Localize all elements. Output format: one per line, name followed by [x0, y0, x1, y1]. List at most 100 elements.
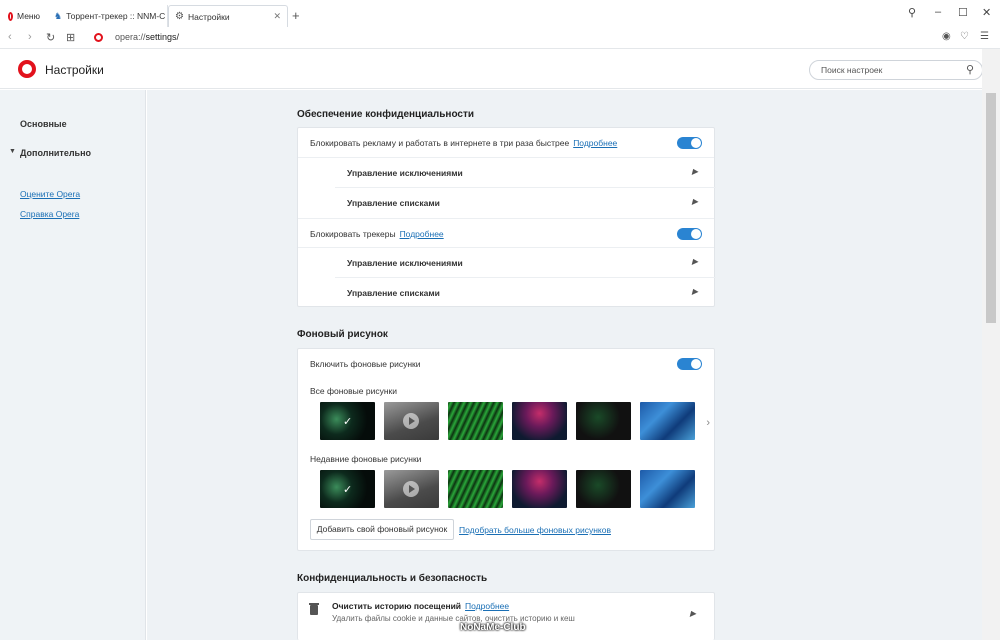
tracker-block-toggle[interactable] — [677, 228, 702, 240]
chevron-right-icon: ▶ — [691, 287, 698, 296]
tracker-lists-row[interactable]: Управление списками ▶ — [335, 278, 716, 308]
clear-history-subtitle: Удалить файлы cookie и данные сайтов, оч… — [332, 614, 575, 623]
tracker-block-label: Блокировать трекеры Подробнее — [310, 229, 444, 239]
ad-block-more-link[interactable]: Подробнее — [573, 138, 617, 148]
clear-history-title: Очистить историю посещений Подробнее — [332, 601, 509, 611]
settings-header: Настройки Поиск настроек ⚲ — [0, 49, 983, 89]
ad-exceptions-row[interactable]: Управление исключениями ▶ — [335, 158, 716, 188]
wallpaper-toggle[interactable] — [677, 358, 702, 370]
clear-history-more-link[interactable]: Подробнее — [465, 601, 509, 611]
close-window-icon[interactable]: ✕ — [982, 6, 991, 19]
ad-block-toggle[interactable] — [677, 137, 702, 149]
search-icon: ⚲ — [965, 64, 974, 76]
play-icon — [403, 481, 419, 497]
more-wallpapers-link[interactable]: Подобрать больше фоновых рисунков — [459, 525, 611, 535]
tab-torrent-tracker[interactable]: ♞ Торрент-трекер :: NNM-C — [48, 5, 168, 27]
ad-lists-row[interactable]: Управление списками ▶ — [335, 188, 716, 218]
search-placeholder: Поиск настроек — [821, 65, 883, 75]
easy-setup-icon[interactable]: ☰ — [980, 31, 989, 42]
wallpaper-thumb[interactable] — [576, 402, 631, 440]
add-wallpaper-button[interactable]: Добавить свой фоновый рисунок — [310, 519, 454, 540]
recent-wallpapers-label: Недавние фоновые рисунки — [310, 454, 422, 464]
settings-sidebar: Основные ▼ Дополнительно Оцените Opera С… — [0, 90, 146, 640]
sidebar-item-advanced[interactable]: Дополнительно — [20, 148, 91, 158]
scrollbar[interactable] — [982, 49, 1000, 640]
browser-titlebar: Меню ♞ Торрент-трекер :: NNM-C ⚙ Настрой… — [0, 0, 1000, 27]
tab-title: Торрент-трекер :: NNM-C — [66, 11, 166, 21]
site-opera-icon — [94, 33, 103, 42]
url-path: settings/ — [145, 32, 180, 42]
sidebar-item-basic[interactable]: Основные — [20, 119, 67, 129]
opera-menu-button[interactable]: Меню — [2, 5, 46, 27]
menu-label: Меню — [17, 11, 40, 21]
wallpaper-thumb[interactable]: ✓ — [320, 402, 375, 440]
recent-wallpaper-thumb[interactable]: ✓ — [320, 470, 375, 508]
page-title: Настройки — [45, 63, 104, 77]
recent-wallpaper-thumb[interactable] — [512, 470, 567, 508]
settings-search-input[interactable]: Поиск настроек ⚲ — [809, 60, 983, 80]
speed-dial-icon[interactable]: ⊞ — [66, 31, 75, 44]
ad-block-label: Блокировать рекламу и работать в интерне… — [310, 138, 617, 148]
wallpaper-thumb[interactable] — [512, 402, 567, 440]
wallpaper-card: Включить фоновые рисунки Все фоновые рис… — [297, 348, 715, 551]
chevron-right-icon: ▶ — [691, 167, 698, 176]
tracker-block-row: Блокировать трекеры Подробнее — [298, 218, 714, 248]
close-tab-icon[interactable]: ✕ — [273, 11, 281, 22]
reload-icon[interactable]: ↻ — [46, 31, 55, 44]
search-tabs-icon[interactable]: ⚲ — [908, 6, 916, 19]
recent-wallpaper-thumb[interactable] — [640, 470, 695, 508]
tracker-exceptions-row[interactable]: Управление исключениями ▶ — [335, 248, 716, 278]
ad-block-text: Блокировать рекламу и работать в интерне… — [310, 138, 570, 148]
privacy-card: Блокировать рекламу и работать в интерне… — [297, 127, 716, 308]
chevron-right-icon: ▶ — [691, 197, 698, 206]
tab-settings[interactable]: ⚙ Настройки ✕ — [168, 5, 288, 27]
tracker-block-text: Блокировать трекеры — [310, 229, 396, 239]
checkmark-icon: ✓ — [343, 416, 353, 428]
section-title-wallpaper: Фоновый рисунок — [297, 329, 388, 340]
forward-icon[interactable]: › — [28, 31, 32, 43]
sidebar-link-rate-opera[interactable]: Оцените Opera — [20, 189, 80, 199]
ad-exceptions-label: Управление исключениями — [347, 168, 463, 178]
ad-lists-label: Управление списками — [347, 198, 440, 208]
sidebar-link-help[interactable]: Справка Opera — [20, 209, 79, 219]
trash-icon — [309, 603, 319, 615]
maximize-icon[interactable]: ☐ — [958, 6, 968, 19]
chevron-right-icon: ▶ — [691, 257, 698, 266]
all-wallpapers-label: Все фоновые рисунки — [310, 386, 398, 396]
checkmark-icon: ✓ — [343, 484, 353, 496]
watermark: NoNaMe-Club — [460, 622, 526, 633]
caret-down-icon: ▼ — [9, 148, 16, 155]
opera-logo-icon — [18, 60, 36, 78]
opera-logo-icon — [8, 11, 14, 21]
address-bar: ‹ › ↻ ⊞ opera://settings/ ◉ ♡ ☰ — [0, 27, 1000, 49]
tracker-favicon-icon: ♞ — [54, 10, 63, 21]
wallpaper-enable-label: Включить фоновые рисунки — [310, 359, 421, 369]
camera-icon[interactable]: ◉ — [942, 31, 951, 42]
url-field[interactable]: opera://settings/ — [115, 32, 179, 42]
chevron-right-icon[interactable]: › — [706, 417, 710, 429]
back-icon[interactable]: ‹ — [8, 31, 12, 43]
new-tab-button[interactable]: + — [292, 8, 300, 23]
recent-wallpaper-thumb[interactable] — [384, 470, 439, 508]
tab-title: Настройки — [187, 11, 230, 22]
recent-wallpaper-thumb[interactable] — [448, 470, 503, 508]
ad-block-row: Блокировать рекламу и работать в интерне… — [298, 128, 714, 158]
clear-history-text: Очистить историю посещений — [332, 601, 462, 611]
wallpaper-thumb[interactable] — [384, 402, 439, 440]
section-title-security: Конфиденциальность и безопасность — [297, 573, 488, 584]
wallpaper-thumb[interactable] — [448, 402, 503, 440]
tracker-exceptions-label: Управление исключениями — [347, 258, 463, 268]
play-icon — [403, 413, 419, 429]
minimize-icon[interactable]: – — [935, 6, 941, 18]
tracker-block-more-link[interactable]: Подробнее — [400, 229, 444, 239]
heart-icon[interactable]: ♡ — [960, 31, 969, 42]
tracker-lists-label: Управление списками — [347, 288, 440, 298]
wallpaper-thumb[interactable] — [640, 402, 695, 440]
recent-wallpaper-thumb[interactable] — [576, 470, 631, 508]
wallpaper-enable-row: Включить фоновые рисунки — [298, 349, 714, 379]
gear-icon: ⚙ — [175, 11, 184, 22]
scrollbar-thumb[interactable] — [986, 93, 996, 323]
chevron-right-icon: ▶ — [689, 609, 696, 618]
url-scheme: opera:// — [115, 32, 146, 42]
section-title-privacy: Обеспечение конфиденциальности — [297, 109, 475, 120]
